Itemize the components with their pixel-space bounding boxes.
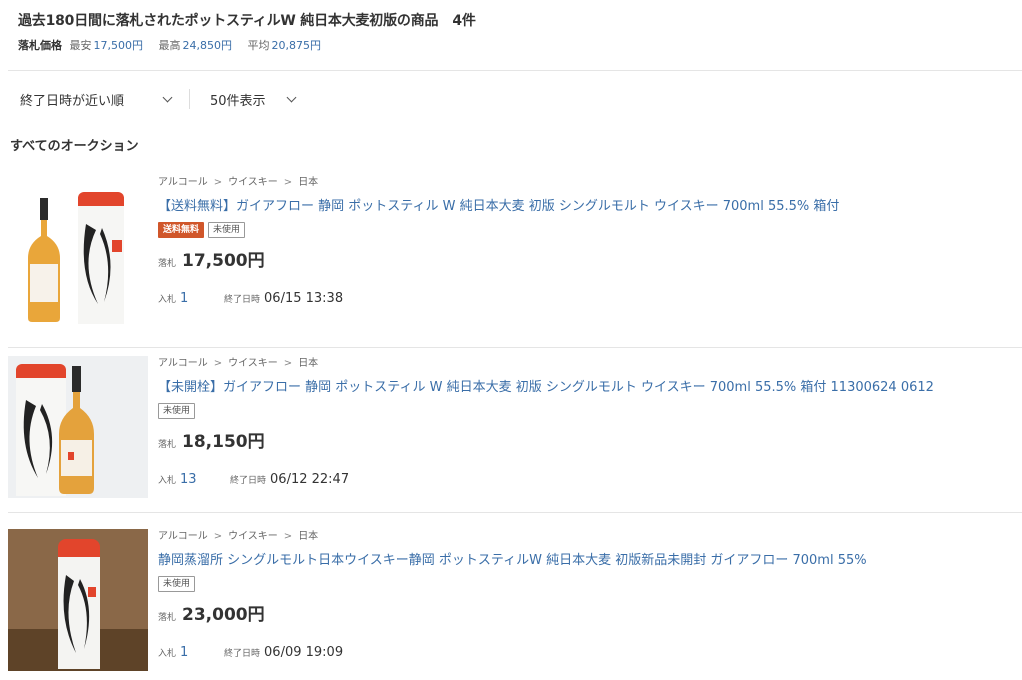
end-time: 06/15 13:38 [264,291,344,306]
item-price: 18,150円 [182,432,265,452]
max-value: 24,850円 [182,39,233,52]
bids-label: 入札 [158,649,177,659]
item-info: アルコール > ウイスキー > 日本 【送料無料】ガイアフロー 静岡 ポットスティル W… [158,176,1022,306]
breadcrumb: アルコール > ウイスキー > 日本 [158,530,1022,544]
end-time-label: 終了日時 [224,649,261,659]
breadcrumb-item[interactable]: アルコール [158,177,208,188]
item-info: アルコール > ウイスキー > 日本 静岡蒸溜所 シングルモルト日本ウイスキー静岡 ポッ… [158,530,1022,660]
sort-divider [189,89,191,109]
price-row: 落札 18,150円 [158,427,1022,452]
min-label: 最安 [69,39,92,52]
per-page-label: 50件表示 [210,93,266,109]
min-value: 17,500円 [93,39,144,52]
end-time: 06/09 19:09 [264,645,344,660]
end-time-label: 終了日時 [224,295,261,305]
item-tags: 未使用 [158,576,1022,592]
item-tags: 未使用 [158,403,1022,419]
item-price: 23,000円 [182,605,265,625]
auction-item: アルコール > ウイスキー > 日本 静岡蒸溜所 シングルモルト日本ウイスキー静岡 ポッ… [8,513,1022,680]
item-meta: 入札 13 終了日時 06/12 22:47 [158,472,1022,487]
sort-order-select[interactable]: 終了日時が近い順 [20,90,173,109]
results-header: 過去180日間に落札されたポットスティルW 純日本大麦初版の商品 4件 落札価格 … [18,10,1022,54]
header-divider [8,70,1022,71]
whisky-bottle-image [8,356,148,498]
item-thumbnail[interactable] [8,529,148,671]
end-time-label: 終了日時 [230,476,267,486]
item-title-link[interactable]: 静岡蒸溜所 シングルモルト日本ウイスキー静岡 ポットスティルW 純日本大麦 初版… [158,552,1022,570]
breadcrumb-item[interactable]: ウイスキー [228,177,278,188]
item-title-link[interactable]: 【未開栓】ガイアフロー 静岡 ポットスティル W 純日本大麦 初版 シングルモル… [158,379,1022,397]
breadcrumb-separator: > [213,177,223,188]
sort-order-label: 終了日時が近い順 [20,93,125,109]
bid-count[interactable]: 13 [180,472,230,487]
condition-badge: 未使用 [158,576,196,592]
price-row: 落札 23,000円 [158,600,1022,625]
item-title-link[interactable]: 【送料無料】ガイアフロー 静岡 ポットスティル W 純日本大麦 初版 シングルモ… [158,198,1022,216]
end-time: 06/12 22:47 [270,472,350,487]
bid-count[interactable]: 1 [180,645,224,660]
page-title: 過去180日間に落札されたポットスティルW 純日本大麦初版の商品 4件 [18,10,1022,32]
item-meta: 入札 1 終了日時 06/09 19:09 [158,645,1022,660]
condition-badge: 未使用 [158,403,196,419]
price-label: 落札 [158,613,177,623]
chevron-down-icon [162,92,173,102]
result-count: 4件 [452,13,476,29]
price-stats: 落札価格 最安 17,500円 最高 24,850円 平均 20,875円 [18,38,1022,54]
bids-label: 入札 [158,476,177,486]
breadcrumb-separator: > [283,531,293,542]
breadcrumb-item[interactable]: アルコール [158,358,208,369]
price-label: 落札 [158,259,177,269]
item-tags: 送料無料 未使用 [158,222,1022,238]
breadcrumb-item[interactable]: アルコール [158,531,208,542]
item-thumbnail[interactable] [8,356,148,498]
free-shipping-badge: 送料無料 [158,222,205,238]
avg-label: 平均 [247,39,270,52]
max-label: 最高 [158,39,181,52]
auction-item: アルコール > ウイスキー > 日本 【送料無料】ガイアフロー 静岡 ポットスティル W… [8,176,1022,348]
chevron-down-icon [286,92,297,102]
breadcrumb-item[interactable]: ウイスキー [228,358,278,369]
breadcrumb-separator: > [283,177,293,188]
item-meta: 入札 1 終了日時 06/15 13:38 [158,291,1022,306]
price-label: 落札 [158,440,177,450]
breadcrumb-item[interactable]: 日本 [298,358,318,369]
breadcrumb-separator: > [213,531,223,542]
breadcrumb: アルコール > ウイスキー > 日本 [158,176,1022,190]
bids-label: 入札 [158,295,177,305]
bid-count[interactable]: 1 [180,291,224,306]
condition-badge: 未使用 [208,222,246,238]
item-price: 17,500円 [182,251,265,271]
sort-bar: 終了日時が近い順 50件表示 [20,88,297,110]
breadcrumb-separator: > [213,358,223,369]
item-info: アルコール > ウイスキー > 日本 【未開栓】ガイアフロー 静岡 ポットスティル W … [158,357,1022,487]
price-stats-label: 落札価格 [18,39,62,52]
per-page-select[interactable]: 50件表示 [210,90,297,109]
breadcrumb-item[interactable]: ウイスキー [228,531,278,542]
page-title-text: 過去180日間に落札されたポットスティルW 純日本大麦初版の商品 [18,13,439,29]
section-title: すべてのオークション [10,139,139,154]
breadcrumb-separator: > [283,358,293,369]
breadcrumb-item[interactable]: 日本 [298,177,318,188]
price-row: 落札 17,500円 [158,246,1022,271]
auction-item: アルコール > ウイスキー > 日本 【未開栓】ガイアフロー 静岡 ポットスティル W … [8,340,1022,513]
breadcrumb-item[interactable]: 日本 [298,531,318,542]
breadcrumb: アルコール > ウイスキー > 日本 [158,357,1022,371]
item-thumbnail[interactable] [8,184,148,326]
avg-value: 20,875円 [271,39,322,52]
whisky-bottle-image [8,529,148,671]
whisky-bottle-image [8,184,148,326]
